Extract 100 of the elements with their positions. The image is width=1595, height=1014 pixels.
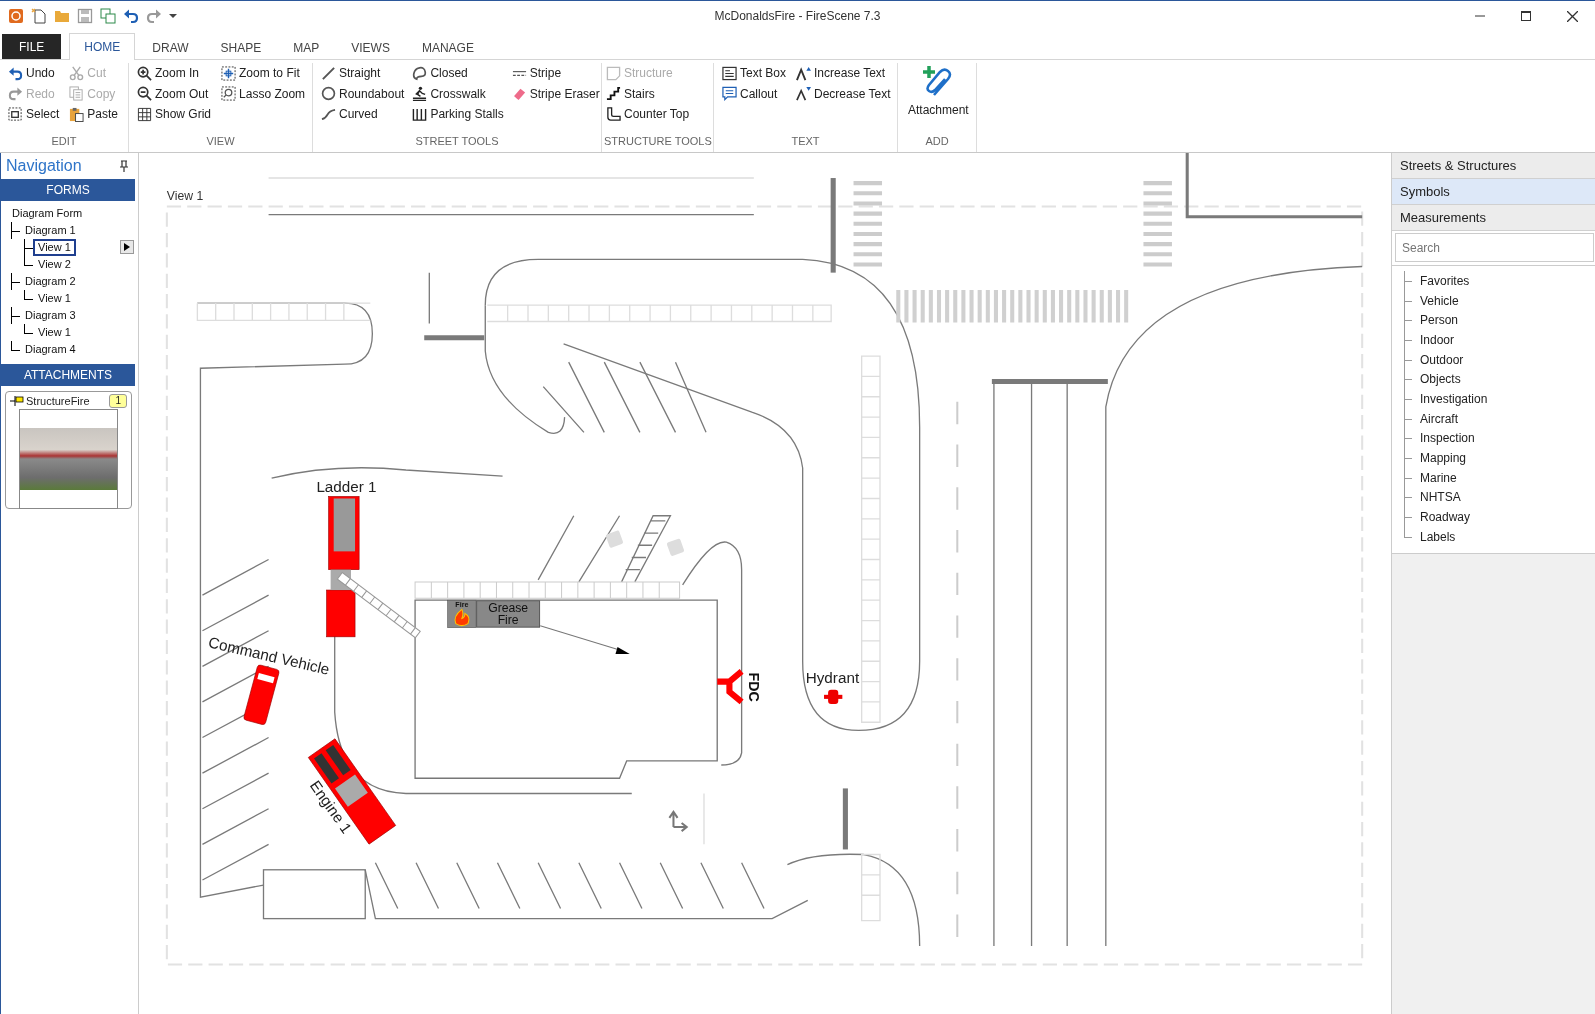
ribbon-button[interactable]: Parking Stalls [410, 104, 506, 125]
ribbon-button[interactable]: Roundabout [319, 83, 407, 104]
ribbon-button[interactable]: Attachment [904, 63, 973, 119]
group-label: EDIT [50, 135, 78, 149]
group-label: STRUCTURE TOOLS [604, 135, 711, 149]
undo-icon[interactable] [123, 8, 139, 24]
ribbon-button[interactable]: Decrease Text [794, 83, 893, 104]
view-label: View 1 [166, 189, 204, 204]
ribbon-button[interactable]: Crosswalk [410, 83, 506, 104]
zoom-out-icon [137, 86, 152, 102]
select-icon [8, 106, 23, 122]
text-box-icon [722, 65, 737, 81]
tree-item[interactable]: Favorites [1420, 273, 1470, 288]
panel-section-header[interactable]: Measurements [1392, 205, 1595, 231]
grid-icon [137, 106, 152, 122]
menu-tab[interactable]: FILE [2, 34, 62, 59]
tree-item[interactable]: Diagram 2 [20, 273, 81, 290]
menu-tab[interactable]: VIEWS [336, 35, 405, 60]
menu-tab[interactable]: MAP [278, 35, 335, 60]
ribbon-button[interactable]: Zoom to Fit [219, 63, 308, 84]
tree-item[interactable]: View 1 [33, 290, 76, 307]
tree-item[interactable]: Vehicle [1420, 293, 1459, 308]
ribbon-button[interactable]: Paste [67, 104, 121, 125]
tree-item[interactable]: NHTSA [1420, 490, 1461, 505]
new-file-icon[interactable] [31, 8, 47, 24]
increase-text-icon [796, 65, 812, 81]
hydrant-icon [824, 689, 843, 704]
menu-tab[interactable]: SHAPE [205, 35, 277, 60]
tree-item[interactable]: Indoor [1420, 332, 1455, 347]
tree-item[interactable]: Diagram Form [7, 205, 88, 222]
menu-tab[interactable]: DRAW [137, 35, 204, 60]
tree-item[interactable]: Mapping [1420, 451, 1467, 466]
counter-top-icon [606, 106, 621, 122]
caret-icon[interactable] [169, 13, 177, 19]
closed-shape-icon [412, 65, 428, 81]
structure-icon [606, 65, 621, 81]
pin-icon[interactable] [120, 160, 128, 172]
ribbon-button[interactable]: Zoom In [135, 63, 214, 84]
redo-icon[interactable] [146, 8, 162, 24]
ribbon-button[interactable]: Stairs [604, 83, 692, 104]
ribbon-button[interactable]: Counter Top [604, 104, 692, 125]
stairs-icon [606, 86, 621, 102]
ribbon-button[interactable]: Stripe Eraser [509, 83, 602, 104]
fdc-label: FDC [745, 672, 762, 702]
tree-item[interactable]: View 1 [33, 324, 76, 341]
tree-item[interactable]: Inspection [1420, 431, 1475, 446]
ribbon-button[interactable]: Lasso Zoom [219, 83, 308, 104]
save-icon[interactable] [77, 8, 93, 24]
flag-icon [10, 396, 24, 406]
circle-icon [321, 86, 336, 102]
fire-tag: Fire [455, 601, 469, 610]
ribbon-button[interactable]: Straight [319, 63, 407, 84]
save-all-icon[interactable] [100, 8, 116, 24]
panel-section-header[interactable]: Streets & Structures [1392, 153, 1595, 179]
tree-item[interactable]: Diagram 4 [20, 341, 81, 358]
ribbon-button[interactable]: Closed [410, 63, 506, 84]
flame-icon [454, 608, 470, 627]
ribbon-button[interactable]: Text Box [720, 63, 789, 84]
section-header: ATTACHMENTS [1, 364, 135, 386]
maximize-icon [1521, 11, 1531, 21]
menu-tab[interactable]: HOME [69, 33, 136, 60]
ribbon-button[interactable]: Increase Text [794, 63, 893, 84]
panel-section-header[interactable]: Symbols [1392, 179, 1595, 205]
tree-item[interactable]: View 1 [33, 239, 76, 256]
tree-item[interactable]: Outdoor [1420, 352, 1464, 367]
ribbon-button[interactable]: Undo [6, 63, 62, 84]
tree-item[interactable]: View 2 [33, 256, 76, 273]
tree-item[interactable]: Diagram 3 [20, 307, 81, 324]
tree-item[interactable]: Marine [1420, 470, 1457, 485]
ribbon-button[interactable]: Stripe [509, 63, 602, 84]
fire-department-connection-drawing [714, 668, 745, 705]
search-field[interactable]: Search [1395, 233, 1594, 262]
vehicle-label: Ladder 1 [316, 478, 377, 496]
panel-title: Navigation [6, 157, 82, 175]
count-badge: 1 [109, 394, 127, 408]
menu-tab[interactable]: MANAGE [406, 35, 489, 60]
ribbon-button[interactable]: Select [6, 104, 62, 125]
ribbon-button[interactable]: Callout [720, 83, 789, 104]
tree-item[interactable]: Person [1420, 313, 1459, 328]
decrease-text-icon [796, 86, 812, 102]
eraser-icon [511, 86, 527, 102]
ribbon-button[interactable]: Curved [319, 104, 407, 125]
app-logo-icon [8, 8, 24, 24]
zoom-in-icon [137, 65, 152, 81]
curve-icon [321, 106, 336, 122]
ribbon-button[interactable]: Show Grid [135, 104, 214, 125]
attachment-card[interactable]: StructureFire 1 [5, 391, 132, 509]
scissors-icon [69, 65, 85, 81]
tree-item[interactable]: Objects [1420, 372, 1461, 387]
ribbon-button[interactable]: Zoom Out [135, 83, 214, 104]
window-title: McDonaldsFire - FireScene 7.3 [714, 9, 881, 23]
attachment-name: StructureFire [26, 395, 91, 407]
callout-icon [722, 86, 737, 102]
callout-text: Grease Fire [476, 600, 541, 628]
tree-item[interactable]: Diagram 1 [20, 222, 81, 239]
expand-button[interactable] [120, 240, 134, 254]
tree-item[interactable]: Aircraft [1420, 411, 1458, 426]
tree-item[interactable]: Investigation [1420, 391, 1488, 406]
tree-item[interactable]: Labels [1420, 529, 1456, 544]
tree-item[interactable]: Roadway [1420, 510, 1471, 525]
